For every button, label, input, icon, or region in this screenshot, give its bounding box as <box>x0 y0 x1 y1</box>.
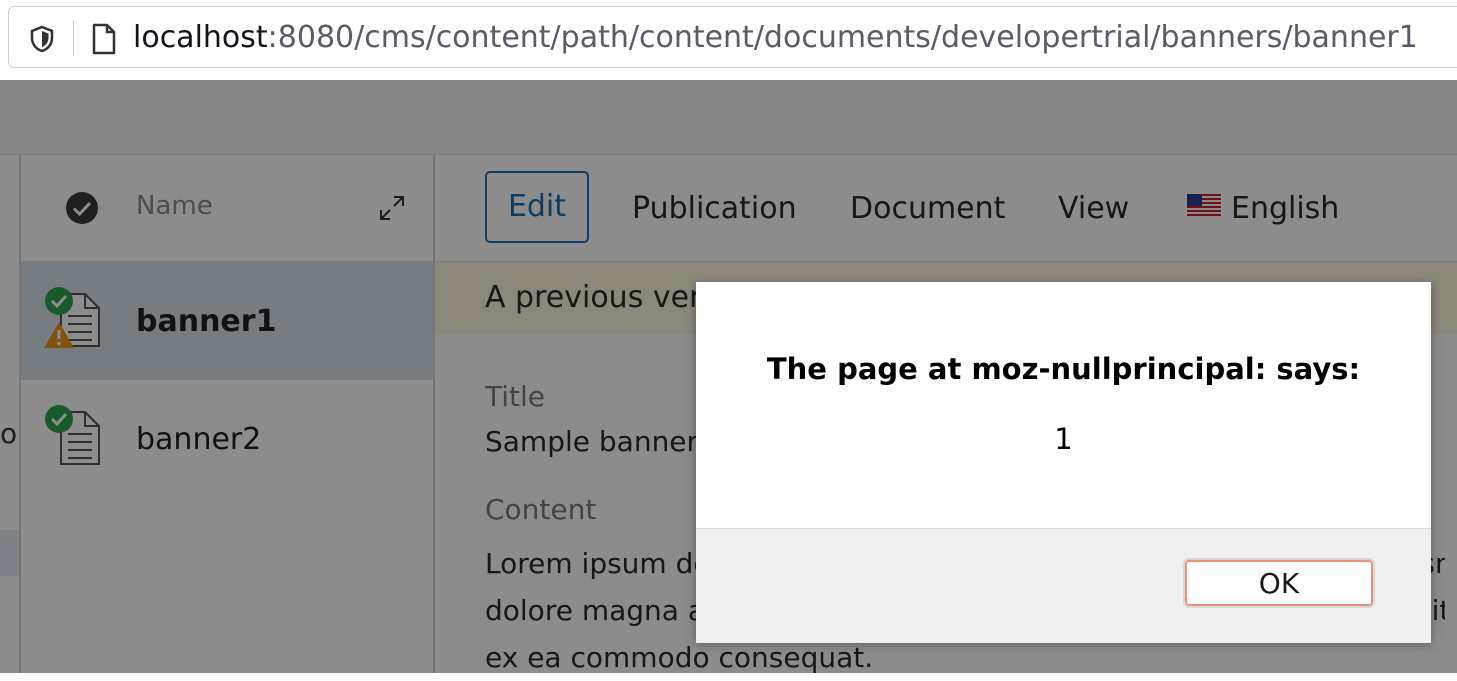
alert-dialog-body: The page at moz-nullprincipal: says: 1 <box>696 282 1431 528</box>
address-bar-separator <box>73 20 74 56</box>
ok-button[interactable]: OK <box>1183 558 1375 608</box>
alert-dialog-footer: OK <box>696 528 1431 643</box>
browser-toolbar: localhost:8080/cms/content/path/content/… <box>0 0 1457 80</box>
url-host: localhost <box>133 20 268 55</box>
alert-dialog-message: 1 <box>1054 422 1073 456</box>
page-icon[interactable] <box>91 23 117 60</box>
shield-icon[interactable] <box>29 25 55 58</box>
alert-dialog-title: The page at moz-nullprincipal: says: <box>766 352 1361 386</box>
address-bar[interactable]: localhost:8080/cms/content/path/content/… <box>8 6 1457 68</box>
alert-dialog: The page at moz-nullprincipal: says: 1 O… <box>696 282 1431 643</box>
url-path: :8080/cms/content/path/content/documents… <box>267 20 1418 55</box>
url-text[interactable]: localhost:8080/cms/content/path/content/… <box>133 19 1418 57</box>
